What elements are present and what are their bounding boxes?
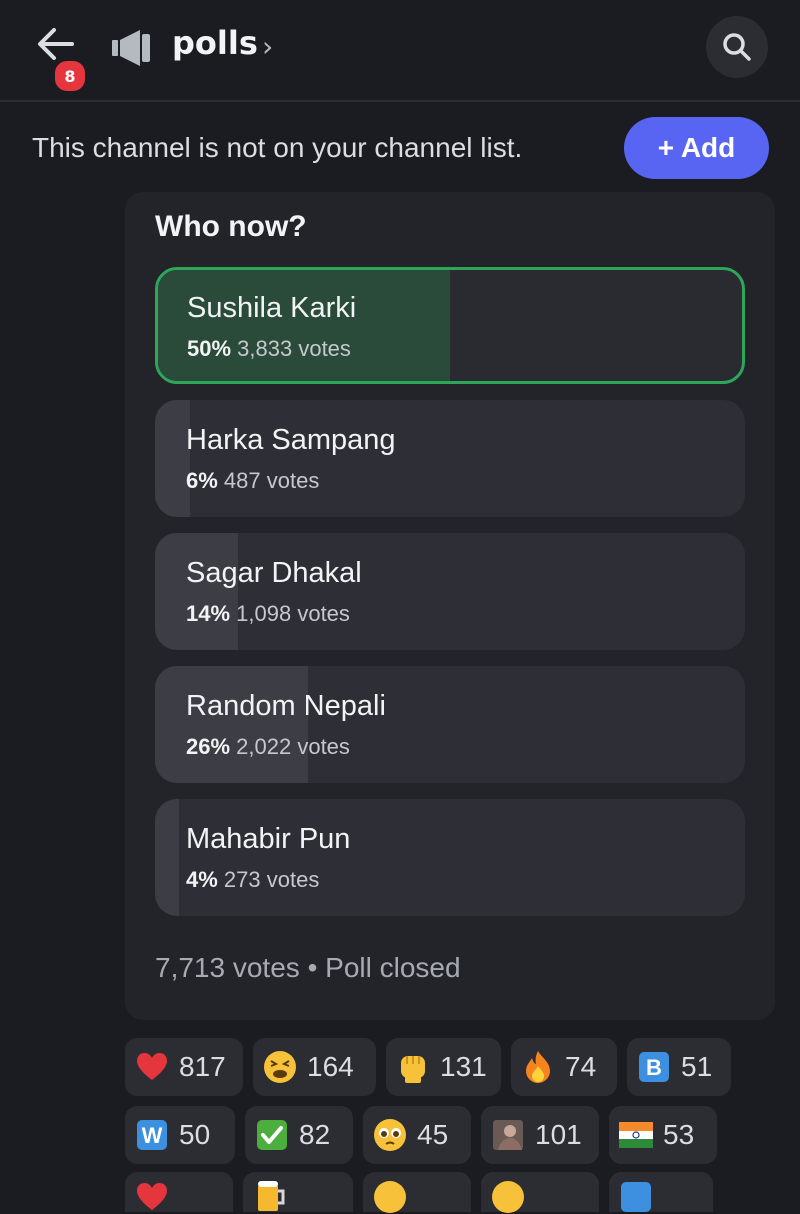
search-button[interactable] [706,16,768,78]
add-channel-button[interactable]: + Add [624,117,769,179]
poll-option[interactable]: Harka Sampang 6% 487 votes [155,400,745,517]
check-mark-icon [255,1118,289,1152]
reaction-check-mark[interactable]: 82 [245,1106,353,1164]
poll-option-bar [155,400,191,517]
channel-notice-text: This channel is not on your channel list… [32,132,523,163]
unread-badge: 8 [52,58,88,94]
reaction-count: 53 [663,1119,695,1150]
poll-option-label: Harka Sampang [186,424,396,456]
poll-option[interactable]: Sushila Karki 50% 3,833 votes [155,267,745,384]
poll-option-percent: 4% [186,867,218,892]
reaction-partial[interactable] [243,1172,353,1212]
poll-footer-separator: • [307,952,318,983]
tired-face-icon [263,1050,297,1084]
reaction-letter-b[interactable]: B 51 [627,1038,731,1096]
poll-total-votes: 7,713 votes [155,952,300,983]
custom-photo-icon [491,1118,525,1152]
poll-option-votes: 1,098 votes [236,601,350,626]
poll-option-votes: 273 votes [223,867,320,892]
poll-option-label: Sagar Dhakal [186,557,362,589]
poll-question: Who now? [155,210,307,243]
poll-option-stats: 14% 1,098 votes [186,601,350,627]
raised-fist-icon [396,1050,430,1084]
reaction-india-flag[interactable]: 53 [609,1106,717,1164]
poll-option[interactable]: Sagar Dhakal 14% 1,098 votes [155,533,745,650]
reaction-heart[interactable]: 817 [125,1038,243,1096]
india-flag-icon [619,1118,653,1152]
fire-icon [521,1050,555,1084]
back-button[interactable]: 8 [34,24,88,94]
megaphone-icon [112,30,150,66]
reaction-partial[interactable] [609,1172,713,1212]
poll-option-percent: 6% [186,468,218,493]
svg-text:W: W [142,1123,163,1148]
heart-icon [135,1050,169,1084]
poll-option-label: Mahabir Pun [186,823,351,855]
reaction-count: 131 [440,1051,487,1082]
poll-option-percent: 14% [186,601,231,626]
reaction-custom-photo[interactable]: 101 [481,1106,599,1164]
poll-option-bar [158,270,450,381]
reaction-count: 51 [681,1051,713,1082]
reaction-letter-w[interactable]: W 50 [125,1106,235,1164]
poll-option-percent: 26% [186,734,231,759]
poll-option-votes: 3,833 votes [237,336,351,361]
reaction-partial[interactable] [363,1172,471,1214]
poll-option-percent: 50% [187,336,232,361]
reaction-count: 82 [299,1119,331,1150]
poll-option-stats: 26% 2,022 votes [186,734,350,760]
poll-status: Poll closed [325,952,461,983]
reaction-fire[interactable]: 74 [511,1038,617,1096]
poll-footer: 7,713 votes • Poll closed [155,952,461,984]
poll-option[interactable]: Random Nepali 26% 2,022 votes [155,666,745,783]
poll-option-bar [155,666,309,783]
poll-option-votes: 2,022 votes [236,734,350,759]
poll-option-bar [155,799,179,916]
poll-option-votes: 487 votes [223,468,320,493]
pleading-face-icon [373,1118,407,1152]
chevron-right-icon[interactable]: › [262,30,273,63]
poll-option-bar [155,533,238,650]
reaction-pleading-face[interactable]: 45 [363,1106,471,1164]
poll-option-stats: 6% 487 votes [186,468,319,494]
letter-b-icon: B [637,1050,671,1084]
reaction-count: 101 [535,1119,582,1150]
smiling-face-icon [373,1180,407,1214]
reaction-partial[interactable] [481,1172,599,1214]
face-icon [491,1180,525,1214]
letter-w-icon: W [135,1118,169,1152]
search-icon [723,33,751,61]
reaction-count: 164 [307,1051,354,1082]
channel-title[interactable]: polls [172,24,258,62]
poll-option-label: Random Nepali [186,690,386,722]
reaction-count: 817 [179,1051,226,1082]
reaction-raised-fist[interactable]: 131 [386,1038,501,1096]
svg-text:B: B [646,1055,662,1080]
letter-m-icon [619,1180,653,1214]
beer-mug-icon [253,1178,287,1212]
reaction-count: 45 [417,1119,449,1150]
reaction-partial[interactable] [125,1172,233,1212]
poll-option-stats: 50% 3,833 votes [187,336,351,362]
poll-option[interactable]: Mahabir Pun 4% 273 votes [155,799,745,916]
reaction-count: 74 [565,1051,597,1082]
poll-option-label: Sushila Karki [187,292,357,324]
poll-option-stats: 4% 273 votes [186,867,319,893]
heart-icon [135,1180,169,1214]
reaction-count: 50 [179,1119,211,1150]
channel-header: 8 polls › [0,0,800,102]
reaction-tired-face[interactable]: 164 [253,1038,376,1096]
